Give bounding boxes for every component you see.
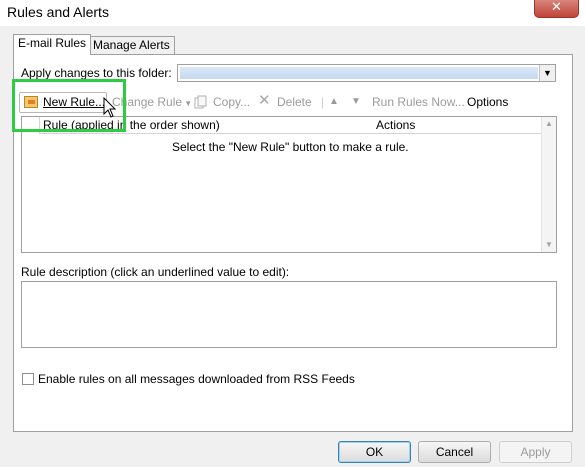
empty-list-message: Select the "New Rule" button to make a r… <box>172 140 409 154</box>
column-header-actions[interactable]: Actions <box>373 117 543 134</box>
rules-and-alerts-dialog: Rules and Alerts ✕ E-mail Rules Manage A… <box>0 0 585 467</box>
folder-select[interactable]: ▼ <box>177 64 556 82</box>
change-rule-button[interactable]: Change Rule ▼ <box>112 95 192 111</box>
tab-email-rules[interactable]: E-mail Rules <box>13 34 92 55</box>
scroll-up-icon[interactable]: ▲ <box>542 117 556 131</box>
new-rule-icon <box>24 96 38 108</box>
move-up-icon[interactable]: ▲ <box>329 95 339 111</box>
copy-button[interactable]: Copy... <box>213 95 250 111</box>
tab-manage-alerts[interactable]: Manage Alerts <box>88 36 175 54</box>
vertical-scrollbar[interactable]: ▲ ▼ <box>541 117 556 252</box>
rss-rules-checkbox[interactable] <box>22 373 34 385</box>
toolbar-separator: | <box>321 95 325 109</box>
close-icon: ✕ <box>551 0 562 15</box>
chevron-down-icon: ▼ <box>182 99 193 108</box>
folder-label: Apply changes to this folder: <box>21 66 172 80</box>
change-rule-label: Change Rule <box>112 95 183 109</box>
new-rule-label[interactable]: New Rule... <box>43 95 105 111</box>
rule-description-box <box>21 281 557 348</box>
move-down-icon[interactable]: ▼ <box>351 95 361 111</box>
delete-button[interactable]: Delete <box>277 95 312 111</box>
title-bar: Rules and Alerts ✕ <box>0 0 585 26</box>
copy-icon <box>194 95 208 111</box>
column-header-rule[interactable]: Rule (applied in the order shown) <box>39 117 393 134</box>
ok-button[interactable]: OK <box>338 441 411 463</box>
chevron-down-icon[interactable]: ▼ <box>539 65 555 81</box>
rule-description-label: Rule description (click an underlined va… <box>21 265 290 279</box>
rss-rules-label[interactable]: Enable rules on all messages downloaded … <box>38 372 355 386</box>
close-button[interactable]: ✕ <box>534 0 579 18</box>
folder-value <box>180 67 538 79</box>
apply-button[interactable]: Apply <box>499 441 572 463</box>
window-title: Rules and Alerts <box>7 4 109 20</box>
run-rules-now-button[interactable]: Run Rules Now... <box>372 95 465 111</box>
delete-icon: ✕ <box>258 92 271 109</box>
scroll-down-icon[interactable]: ▼ <box>542 238 556 252</box>
options-button[interactable]: Options <box>467 95 508 111</box>
rules-list[interactable]: Rule (applied in the order shown) Action… <box>21 116 557 253</box>
cancel-button[interactable]: Cancel <box>418 441 491 463</box>
